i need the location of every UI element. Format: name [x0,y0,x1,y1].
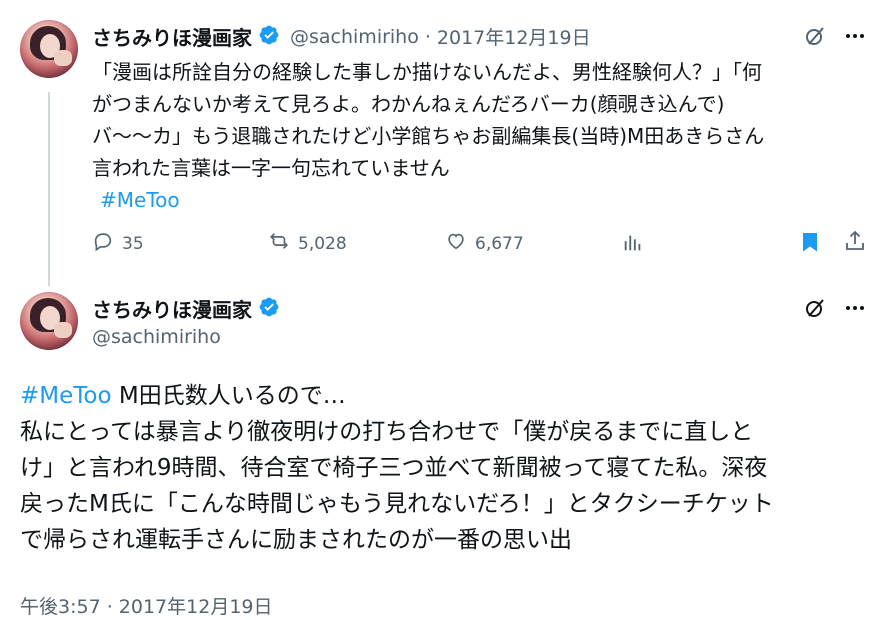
body-line: 「漫画は所詮自分の経験した事しか描けないんだよ、男性経験何人？」「何 [92,60,762,84]
body-line: 私にとっては暴言より徹夜明けの打ち合わせで「僕が戻るまでに直しと [20,419,754,445]
avatar[interactable] [20,20,78,78]
body-first-line: #MeToo M田氏数人いるので… [20,378,870,414]
body-line: で帰らされ運転手さんに励まされたのが一番の思い出 [20,527,572,553]
tweet2-header: さちみりほ漫画家 [92,294,280,323]
like-button[interactable]: 6,677 [445,230,524,257]
more-icon[interactable] [843,24,867,48]
bookmark-icon[interactable] [798,230,822,254]
share-icon[interactable] [843,229,867,253]
author-handle[interactable]: @sachimiriho [290,26,419,48]
author-name[interactable]: さちみりほ漫画家 [92,294,252,323]
tweet1-body: 「漫画は所詮自分の経験した事しか描けないんだよ、男性経験何人？」「何 がつまんな… [92,56,867,216]
retweet-button[interactable]: 5,028 [268,230,347,257]
body-line: 言われた言葉は一字一句忘れていません [92,156,450,180]
verified-badge-icon [258,296,280,322]
body-line: け」と言われ9時間、待合室で椅子三つ並べて新聞被って寝てた私。深夜 [20,455,768,481]
reply-icon [92,230,114,257]
more-icon[interactable] [843,296,867,320]
retweet-icon [268,230,290,257]
hashtag-link[interactable]: #MeToo [100,184,867,216]
retweet-count: 5,028 [298,233,347,254]
thread-line [48,92,50,286]
body-line: バ〜〜カ」もう退職されたけど小学館ちゃお副編集長(当時)M田あきらさん [92,124,765,148]
body-first-line-text: M田氏数人いるので… [111,383,346,409]
tweet1-header: さちみりほ漫画家 @sachimiriho · 2017年12月19日 [92,22,591,51]
dot-separator: · [424,25,431,48]
tweet-timestamp[interactable]: 午後3:57 · 2017年12月19日 [20,592,273,619]
author-name[interactable]: さちみりほ漫画家 [92,22,252,51]
hashtag-link[interactable]: #MeToo [20,383,112,409]
reply-count: 35 [122,233,144,254]
grok-icon[interactable] [803,24,827,48]
reply-button[interactable]: 35 [92,230,144,257]
like-icon [445,230,467,257]
body-line: がつまんないか考えて見ろよ。わかんねぇんだろバーカ(顔覗き込んで) [92,92,725,116]
grok-icon[interactable] [803,296,827,320]
verified-badge-icon [258,24,280,50]
avatar[interactable] [20,292,78,350]
body-line: 戻ったM氏に「こんな時間じゃもう見れないだろ！」とタクシーチケット [20,491,774,517]
views-icon[interactable] [622,232,644,254]
author-handle[interactable]: @sachimiriho [92,326,221,348]
like-count: 6,677 [475,233,524,254]
tweet-date[interactable]: 2017年12月19日 [437,23,591,50]
tweet2-body: #MeToo M田氏数人いるので… 私にとっては暴言より徹夜明けの打ち合わせで「… [20,378,870,558]
